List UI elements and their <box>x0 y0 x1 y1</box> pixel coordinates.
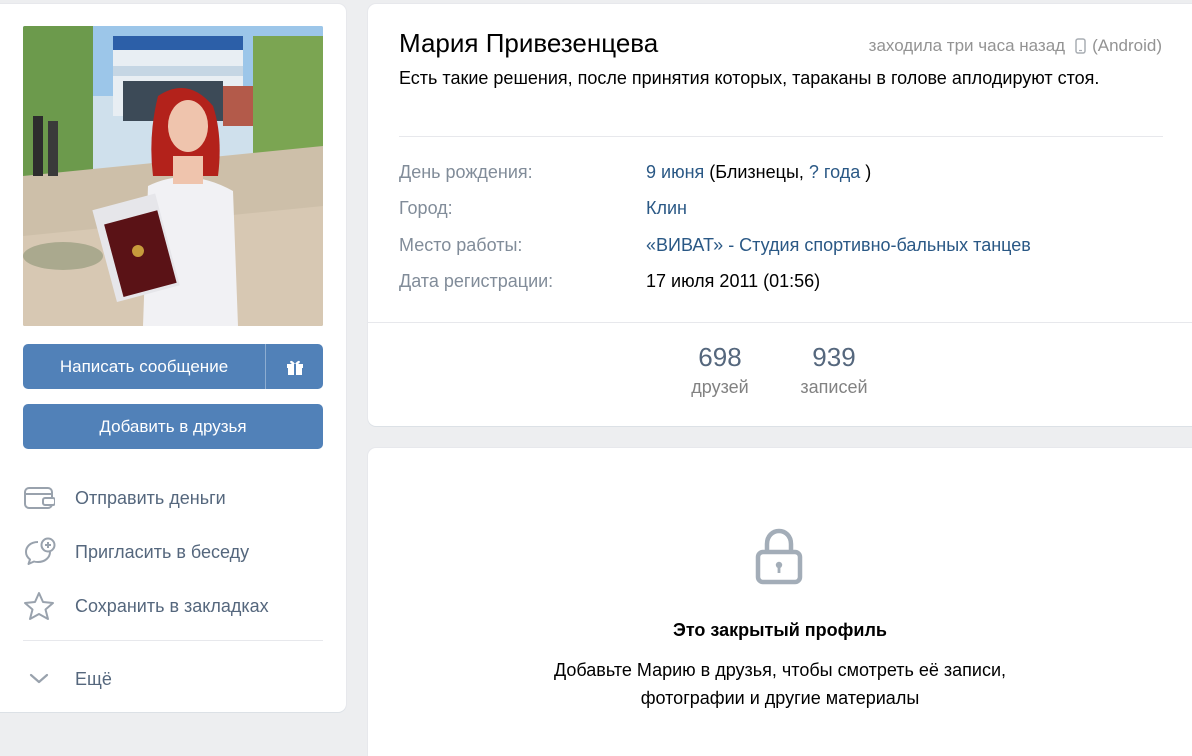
sidebar-divider <box>23 640 323 641</box>
device-text: (Android) <box>1092 36 1162 55</box>
send-money-label: Отправить деньги <box>75 487 226 508</box>
closed-profile-text: Добавьте Марию в друзья, чтобы смотреть … <box>368 656 1192 712</box>
last-seen-text: заходила три часа назад <box>868 36 1066 55</box>
registration-label: Дата регистрации: <box>399 271 554 291</box>
info-row-birthday: День рождения: 9 июня (Близнецы, ? года … <box>399 162 871 188</box>
wallet-icon <box>23 482 61 514</box>
bookmark-label: Сохранить в закладках <box>75 595 269 616</box>
work-link[interactable]: «ВИВАТ» <box>646 235 723 255</box>
birthday-date-link[interactable]: 9 июня <box>646 162 704 182</box>
posts-caption: записей <box>800 377 868 397</box>
star-icon <box>23 590 61 622</box>
avatar-photo <box>23 26 323 326</box>
birthday-age-link[interactable]: ? года <box>809 162 860 182</box>
posts-count: 939 <box>812 342 856 372</box>
city-link[interactable]: Клин <box>646 198 687 218</box>
profile-name: Мария Привезенцева <box>399 28 659 58</box>
invite-chat-action[interactable]: Пригласить в беседу <box>23 532 323 572</box>
posts-counter[interactable]: 939 записей <box>784 342 884 398</box>
closed-profile-line-2: фотографии и другие материалы <box>640 688 920 708</box>
more-action[interactable]: Ещё <box>23 659 323 699</box>
closed-profile-line-1: Добавьте Марию в друзья, чтобы смотреть … <box>553 660 1007 680</box>
phone-icon <box>1075 38 1086 54</box>
chat-add-icon <box>23 536 61 568</box>
info-row-city: Город: Клин <box>399 198 687 224</box>
birthday-open-text: (Близнецы, <box>704 162 809 182</box>
gift-icon <box>286 360 303 375</box>
more-label: Ещё <box>75 668 112 689</box>
profile-status: Есть такие решения, после принятия котор… <box>399 68 1100 88</box>
invite-chat-label: Пригласить в беседу <box>75 541 250 562</box>
work-value: «ВИВАТ» - Студия спортивно-бальных танце… <box>646 235 1031 261</box>
chevron-down-icon <box>23 663 61 695</box>
send-money-action[interactable]: Отправить деньги <box>23 478 323 518</box>
city-value: Клин <box>646 198 687 224</box>
lock-icon <box>754 526 804 591</box>
friends-count: 698 <box>698 342 742 372</box>
friends-caption: друзей <box>691 377 749 397</box>
info-row-registration: Дата регистрации: 17 июля 2011 (01:56) <box>399 271 820 297</box>
profile-info-card: Мария Привезенцева заходила три часа наз… <box>368 4 1192 426</box>
closed-profile-card: Это закрытый профиль Добавьте Марию в др… <box>368 448 1192 756</box>
profile-page: Написать сообщение Добавить в друзья Отп… <box>0 0 1192 756</box>
add-friend-button[interactable]: Добавить в друзья <box>23 404 323 449</box>
profile-avatar[interactable] <box>23 26 323 326</box>
write-message-button[interactable]: Написать сообщение <box>23 344 265 389</box>
profile-sidebar-card: Написать сообщение Добавить в друзья Отп… <box>0 4 346 712</box>
friends-counter[interactable]: 698 друзей <box>670 342 770 398</box>
info-divider <box>399 136 1163 137</box>
work-description-link[interactable]: - Студия спортивно-бальных танцев <box>723 235 1031 255</box>
birthday-label: День рождения: <box>399 162 533 182</box>
online-status: заходила три часа назад (Android) <box>869 36 1162 56</box>
city-label: Город: <box>399 198 453 218</box>
work-label: Место работы: <box>399 235 523 255</box>
counters-divider <box>368 322 1192 323</box>
send-gift-button[interactable] <box>266 344 323 389</box>
registration-value: 17 июля 2011 (01:56) <box>646 271 821 291</box>
birthday-close-text: ) <box>860 162 872 182</box>
info-row-work: Место работы: «ВИВАТ» - Студия спортивно… <box>399 235 1031 261</box>
message-button-group: Написать сообщение <box>23 344 323 389</box>
birthday-value: 9 июня (Близнецы, ? года ) <box>646 162 871 188</box>
closed-profile-title: Это закрытый профиль <box>673 620 887 640</box>
bookmark-action[interactable]: Сохранить в закладках <box>23 586 323 626</box>
